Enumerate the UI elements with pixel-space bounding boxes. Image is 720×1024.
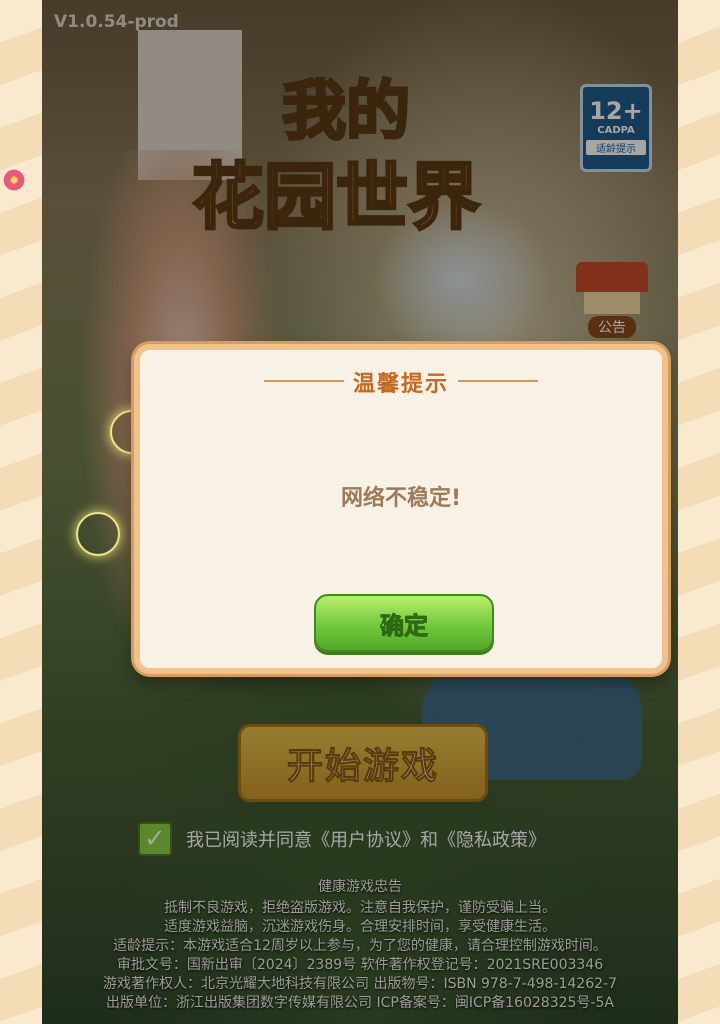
flower-icon xyxy=(2,168,26,192)
confirm-button[interactable]: 确定 xyxy=(314,594,494,652)
dialog-message: 网络不稳定! xyxy=(340,486,462,511)
game-viewport: V1.0.54-prod 我的 花园世界 12+ CADPA 适龄提示 公告 开… xyxy=(42,0,678,1024)
sparkle-icon xyxy=(76,512,120,556)
network-warning-dialog: 温馨提示 网络不稳定! 确定 xyxy=(134,344,668,674)
right-decor-margin xyxy=(678,0,720,1024)
dialog-title: 温馨提示 xyxy=(352,372,449,397)
confirm-label: 确定 xyxy=(380,611,429,640)
left-decor-margin xyxy=(0,0,42,1024)
